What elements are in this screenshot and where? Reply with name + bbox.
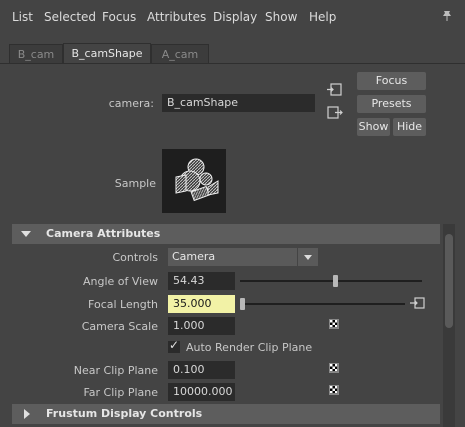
camera-scale-field[interactable]: 1.000 (168, 317, 235, 335)
camera-scale-label: Camera Scale (81, 320, 158, 333)
expand-triangle-icon (24, 409, 30, 419)
far-clip-label: Far Clip Plane (83, 386, 158, 399)
auto-render-clip-checkbox[interactable] (168, 338, 180, 353)
map-texture-icon[interactable] (329, 385, 339, 395)
menubar: List Selected Focus Attributes Display S… (0, 0, 465, 34)
near-clip-field[interactable]: 0.100 (168, 361, 235, 379)
focal-length-slider-track[interactable] (240, 303, 405, 305)
near-clip-label: Near Clip Plane (73, 364, 158, 377)
camera-sample-icon (175, 158, 219, 202)
angle-of-view-slider-handle[interactable] (332, 275, 338, 287)
angle-of-view-label: Angle of View (82, 275, 158, 288)
tab-bar: B_cam B_camShape A_cam (0, 38, 465, 64)
far-clip-field[interactable]: 10000.000 (168, 383, 235, 401)
controls-dropdown-value: Camera (172, 250, 216, 263)
menu-focus[interactable]: Focus (102, 10, 136, 24)
collapse-triangle-icon (21, 231, 31, 237)
camera-label: camera: (108, 97, 154, 110)
menu-help[interactable]: Help (309, 10, 336, 24)
map-texture-icon[interactable] (329, 319, 339, 329)
presets-button[interactable]: Presets (357, 95, 426, 113)
tab-b-cam[interactable]: B_cam (9, 44, 63, 64)
map-texture-icon[interactable] (329, 363, 339, 373)
menu-list[interactable]: List (12, 10, 33, 24)
menu-display[interactable]: Display (213, 10, 257, 24)
camera-name-field[interactable]: B_camShape (162, 94, 315, 112)
tab-a-cam[interactable]: A_cam (151, 44, 209, 64)
menu-selected[interactable]: Selected (44, 10, 96, 24)
sample-swatch (162, 149, 226, 213)
auto-render-clip-label: Auto Render Clip Plane (186, 341, 313, 354)
section-title: Camera Attributes (46, 227, 161, 240)
angle-of-view-slider-track[interactable] (240, 280, 422, 282)
section-title: Frustum Display Controls (46, 407, 203, 420)
focus-button[interactable]: Focus (357, 72, 426, 90)
menu-attributes[interactable]: Attributes (147, 10, 206, 24)
input-connection-icon[interactable] (327, 83, 343, 97)
menu-show[interactable]: Show (265, 10, 297, 24)
focal-length-field[interactable]: 35.000 (168, 295, 235, 313)
sample-label: Sample (114, 177, 156, 190)
focal-length-slider-handle[interactable] (240, 298, 245, 310)
tab-divider (0, 63, 465, 64)
show-button[interactable]: Show (357, 118, 390, 136)
controls-dropdown[interactable]: Camera (168, 248, 318, 266)
output-connection-icon[interactable] (327, 106, 343, 120)
angle-of-view-field[interactable]: 54.43 (168, 272, 235, 290)
focal-length-label: Focal Length (88, 298, 158, 311)
pin-icon[interactable] (441, 10, 453, 22)
camera-attributes-header[interactable]: Camera Attributes (12, 224, 440, 244)
hide-button[interactable]: Hide (393, 118, 426, 136)
tab-b-camshape[interactable]: B_camShape (63, 43, 151, 64)
chevron-down-icon (297, 248, 318, 266)
frustum-display-header[interactable]: Frustum Display Controls (12, 404, 440, 424)
controls-label: Controls (112, 251, 159, 264)
scrollbar-thumb[interactable] (445, 234, 453, 328)
map-connection-icon[interactable] (410, 296, 426, 310)
